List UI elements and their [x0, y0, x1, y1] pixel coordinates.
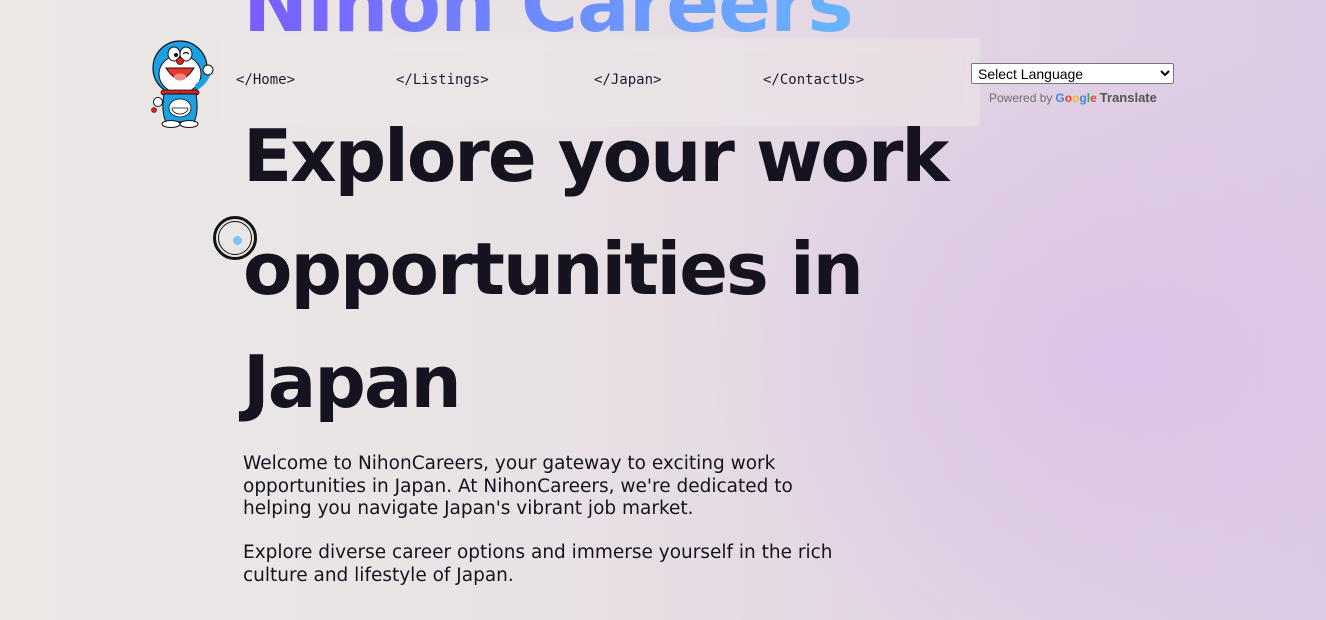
powered-by-google: Powered by Google Translate: [989, 90, 1174, 105]
google-translate-widget: Select Language Powered by Google Transl…: [971, 63, 1174, 105]
doraemon-logo-icon[interactable]: [146, 38, 216, 128]
hero-section: Explore your work opportunities in Japan: [243, 100, 1003, 439]
nav-link-listings[interactable]: </Listings>: [396, 72, 489, 88]
intro-paragraph: Welcome to NihonCareers, your gateway to…: [243, 453, 793, 519]
powered-by-label: Powered by: [989, 90, 1053, 105]
explore-paragraph: Explore diverse career options and immer…: [243, 542, 833, 586]
nav-link-home[interactable]: </Home>: [236, 72, 295, 88]
custom-cursor-dot-icon: [233, 236, 242, 245]
language-select[interactable]: Select Language: [971, 63, 1174, 84]
translate-link[interactable]: Translate: [1100, 90, 1157, 105]
hero-heading-line: Japan: [243, 340, 462, 424]
nav-links: </Home> </Listings> </Japan> </ContactUs…: [236, 72, 936, 94]
hero-heading-line: opportunities in: [243, 227, 864, 311]
google-logo-icon: Google: [1055, 90, 1097, 105]
hero-heading-line: Explore your work: [243, 114, 949, 198]
nav-link-contact-us[interactable]: </ContactUs>: [763, 72, 864, 88]
navbar: </Home> </Listings> </Japan> </ContactUs…: [140, 38, 980, 128]
nav-link-japan[interactable]: </Japan>: [594, 72, 661, 88]
hero-heading: Explore your work opportunities in Japan: [243, 100, 1003, 439]
